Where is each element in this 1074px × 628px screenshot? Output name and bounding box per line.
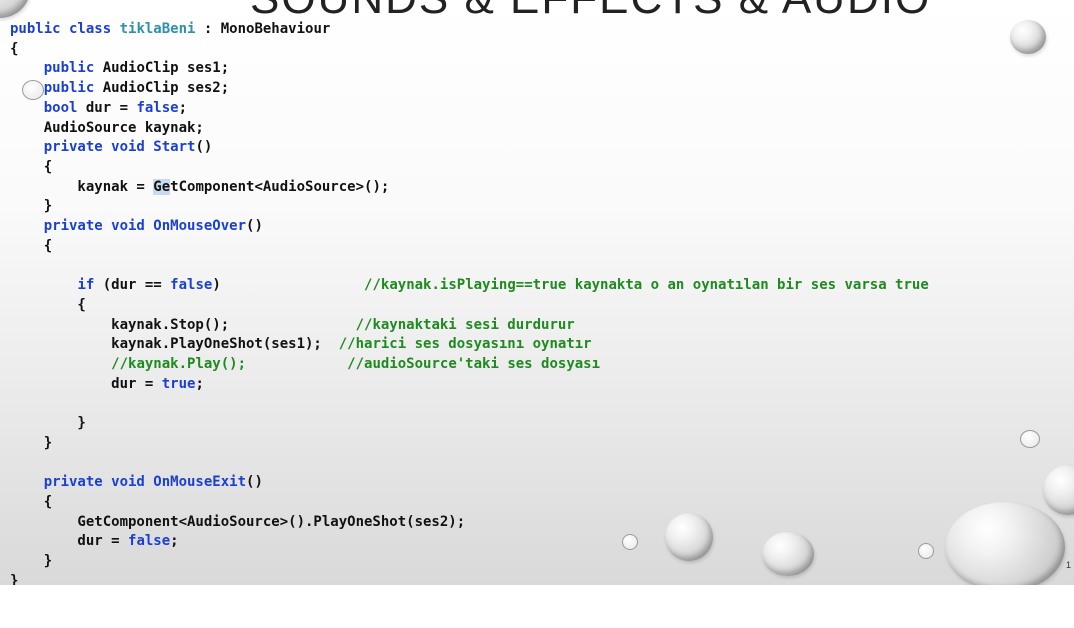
code-token: ): [212, 277, 221, 294]
code-token: (dur ==: [94, 277, 171, 294]
code-token: AudioClip ses1;: [94, 60, 230, 77]
code-line: {: [10, 158, 53, 175]
code-comment: //kaynak.isPlaying==true kaynakta o an o…: [364, 277, 929, 294]
code-token: ;: [178, 99, 188, 116]
code-line: AudioSource kaynak;: [10, 119, 204, 136]
code-keyword: if: [77, 277, 95, 294]
code-line: }: [10, 198, 53, 215]
code-token: kaynak.Stop();: [10, 316, 230, 333]
code-keyword: true: [161, 375, 196, 392]
code-token: AudioClip ses2;: [94, 80, 230, 97]
code-line: ​: [10, 394, 929, 414]
code-comment: //harici ses dosyasını oynatır: [338, 336, 592, 353]
code-token: Ge: [153, 178, 171, 195]
code-line: }: [10, 415, 86, 432]
code-keyword: private void Start: [43, 139, 196, 156]
code-line: {: [10, 493, 53, 510]
code-keyword: false: [170, 277, 213, 294]
code-line: ​: [10, 256, 929, 276]
code-line: public class tiklaBeni : MonoBehaviour: [10, 20, 929, 40]
code-line: dur = false;: [10, 532, 929, 552]
code-line: kaynak = GetComponent<AudioSource>();: [10, 178, 929, 198]
code-line: {: [10, 296, 86, 313]
code-line: {: [10, 237, 53, 254]
code-comment: //kaynak.Play();: [111, 355, 247, 372]
code-line: bool dur = false;: [10, 99, 929, 119]
water-drop-icon: [1010, 20, 1046, 54]
water-drop-icon: [945, 502, 1065, 585]
code-token: tiklaBeni: [111, 21, 196, 37]
water-drop-icon: [0, 0, 30, 18]
code-line: kaynak.Stop(); //kaynaktaki sesi durduru…: [10, 316, 929, 336]
code-line: }: [10, 572, 19, 585]
code-keyword: class: [60, 21, 112, 37]
water-drop-icon: [1043, 465, 1074, 515]
code-line: }: [10, 434, 53, 451]
code-token: ;: [195, 375, 204, 392]
code-line: GetComponent<AudioSource>().PlayOneShot(…: [10, 513, 466, 530]
code-line: public AudioClip ses1;: [10, 59, 929, 79]
code-line: kaynak.PlayOneShot(ses1); //harici ses d…: [10, 335, 929, 355]
code-line: private void OnMouseOver(): [10, 217, 929, 237]
code-line: private void OnMouseExit(): [10, 473, 929, 493]
code-token: tComponent<AudioSource>();: [170, 178, 390, 195]
water-drop-icon: [1020, 430, 1040, 448]
code-keyword: public: [43, 80, 95, 97]
code-token: kaynak =: [10, 178, 154, 195]
code-keyword: false: [128, 533, 171, 550]
page-number: 1: [1066, 560, 1072, 570]
code-line: {: [10, 40, 19, 57]
code-line: dur = true;: [10, 375, 929, 395]
code-keyword: public: [43, 60, 95, 77]
code-token: ;: [170, 533, 179, 550]
code-keyword: false: [136, 99, 179, 116]
code-line: }: [10, 552, 53, 569]
code-token: (): [195, 139, 213, 156]
code-comment: //audioSource'taki ses dosyası: [347, 355, 601, 372]
code-line: if (dur == false) //kaynak.isPlaying==tr…: [10, 276, 929, 296]
code-keyword: bool: [43, 99, 78, 116]
code-token: : MonoBehaviour: [195, 21, 331, 37]
code-comment: //kaynaktaki sesi durdurur: [355, 316, 575, 333]
code-keyword: private void OnMouseExit: [43, 474, 247, 491]
code-block: public class tiklaBeni : MonoBehaviour{ …: [10, 20, 929, 585]
slide: SOUNDS & EFFECTS & AUDIO public class ti…: [0, 0, 1074, 585]
code-token: dur =: [10, 533, 129, 550]
code-line: public AudioClip ses2;: [10, 79, 929, 99]
code-line: //kaynak.Play(); //audioSource'taki ses …: [10, 355, 929, 375]
code-keyword: private void OnMouseOver: [43, 218, 247, 235]
code-line: ​: [10, 453, 929, 473]
code-token: kaynak.PlayOneShot(ses1);: [10, 336, 322, 353]
code-token: dur =: [10, 375, 162, 392]
code-keyword: public: [10, 21, 61, 37]
code-token: (): [246, 474, 263, 491]
code-line: private void Start(): [10, 138, 929, 158]
code-token: dur =: [77, 99, 137, 116]
code-token: (): [246, 218, 263, 235]
